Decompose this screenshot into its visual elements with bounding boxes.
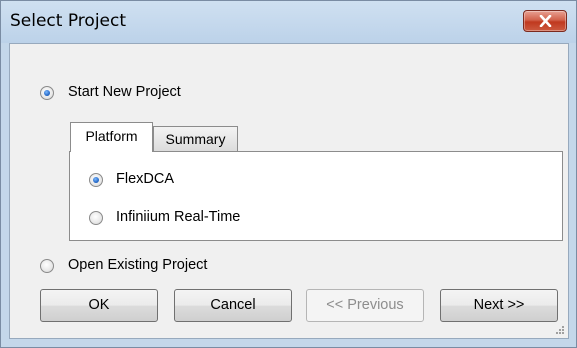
close-button[interactable] (523, 10, 567, 32)
previous-button[interactable]: << Previous (306, 289, 424, 322)
start-new-project-label[interactable]: Start New Project (68, 84, 181, 100)
platform-tab-panel: FlexDCA Infiniium Real-Time (69, 151, 563, 241)
ok-button[interactable]: OK (40, 289, 158, 322)
infiniium-real-time-label[interactable]: Infiniium Real-Time (116, 209, 240, 225)
next-button[interactable]: Next >> (440, 289, 558, 322)
dialog-body: Start New Project Platform Summary FlexD… (9, 43, 569, 339)
tab-platform[interactable]: Platform (70, 122, 153, 152)
tab-platform-label: Platform (85, 128, 138, 144)
open-existing-project-label[interactable]: Open Existing Project (68, 257, 207, 273)
start-new-project-radio[interactable] (40, 86, 54, 100)
close-icon (539, 15, 552, 27)
title-bar[interactable]: Select Project (1, 1, 576, 43)
tab-summary[interactable]: Summary (153, 126, 238, 152)
flexdca-label[interactable]: FlexDCA (116, 171, 174, 187)
window-title: Select Project (10, 11, 127, 31)
tab-summary-label: Summary (165, 131, 226, 147)
open-existing-project-radio[interactable] (40, 259, 54, 273)
select-project-dialog: Select Project Start New Project Platfor… (0, 0, 577, 348)
flexdca-radio[interactable] (89, 173, 103, 187)
infiniium-real-time-radio[interactable] (89, 211, 103, 225)
resize-grip-icon[interactable] (555, 325, 565, 335)
cancel-button[interactable]: Cancel (174, 289, 292, 322)
